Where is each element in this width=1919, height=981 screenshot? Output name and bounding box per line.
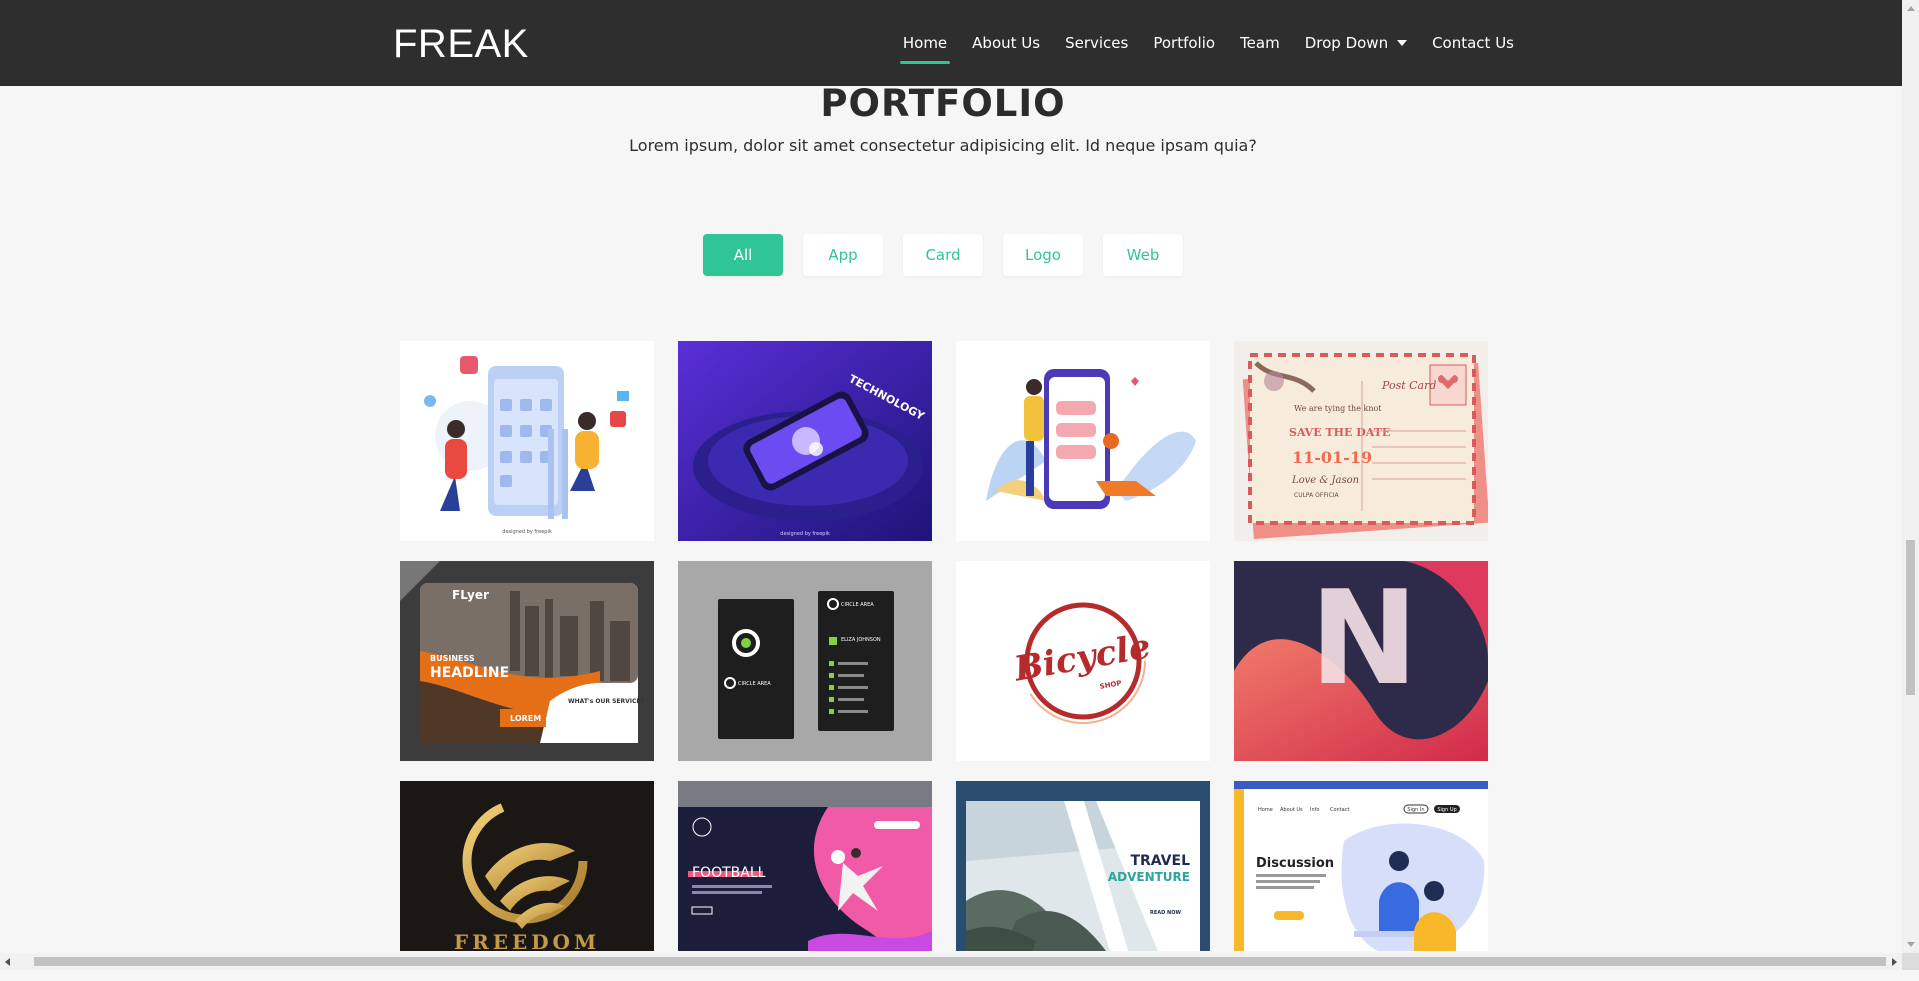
nav-links: Home About Us Services Portfolio Team Dr…	[899, 0, 1514, 86]
nav-item-services[interactable]: Services	[1065, 0, 1128, 86]
credit-text: designed by freepik	[502, 529, 552, 535]
portfolio-item-postcard[interactable]: We are tying the knot SAVE THE DATE 11-0…	[1234, 341, 1488, 541]
navbar: FREAK Home About Us Services Portfolio T…	[0, 0, 1902, 86]
nav-item-about-us[interactable]: About Us	[972, 0, 1040, 86]
web-nav-home: Home	[1258, 807, 1273, 813]
nav-item-portfolio[interactable]: Portfolio	[1153, 0, 1215, 86]
adventure-text: ADVENTURE	[1108, 870, 1190, 884]
vertical-scroll-thumb[interactable]	[1906, 540, 1915, 695]
scroll-up-icon[interactable]	[1907, 6, 1915, 11]
nav-item-contact-us[interactable]: Contact Us	[1432, 0, 1514, 86]
filter-all-button[interactable]: All	[703, 234, 783, 276]
flyer-lorem: LOREM	[510, 714, 541, 723]
portfolio-item-travel-web[interactable]: TRAVEL ADVENTURE READ NOW	[956, 781, 1210, 951]
flyer-headline: HEADLINE	[430, 665, 509, 681]
social-app-illustration: designed by freepik	[400, 341, 654, 541]
circle-area-card-illustration: CIRCLE AREA CIRCLE AREA ELIZA JOHNSON	[678, 561, 932, 761]
portfolio-item-circle-area-card[interactable]: CIRCLE AREA CIRCLE AREA ELIZA JOHNSON	[678, 561, 932, 761]
portfolio-item-n-logo[interactable]: N	[1234, 561, 1488, 761]
circle-area-text-1: CIRCLE AREA	[738, 681, 771, 687]
portfolio-item-bicycle-logo[interactable]: Bicycle SHOP	[956, 561, 1210, 761]
filter-web-button[interactable]: Web	[1103, 234, 1183, 276]
scroll-left-icon[interactable]	[5, 958, 10, 966]
portfolio-item-technology[interactable]: TECHNOLOGY designed by freepik	[678, 341, 932, 541]
read-now-text: READ NOW	[1150, 910, 1181, 916]
n-logo-illustration: N	[1234, 561, 1488, 761]
filter-app-button[interactable]: App	[803, 234, 883, 276]
nav-item-drop-down[interactable]: Drop Down	[1304, 0, 1408, 86]
brand-logo[interactable]: FREAK	[393, 20, 529, 68]
technology-illustration: TECHNOLOGY designed by freepik	[678, 341, 932, 541]
save-the-date-text: SAVE THE DATE	[1289, 426, 1390, 439]
portfolio-item-chat-app[interactable]	[956, 341, 1210, 541]
web-nav-about: About Us	[1280, 807, 1303, 813]
business-flyer-illustration: FLyer BUSINESS HEADLINE WHAT's OUR SERVI…	[400, 561, 654, 761]
flyer-title: FLyer	[452, 588, 489, 602]
portfolio-subtitle: Lorem ipsum, dolor sit amet consectetur …	[629, 136, 1257, 155]
postcard-illustration: We are tying the knot SAVE THE DATE 11-0…	[1234, 341, 1488, 541]
horizontal-scroll-thumb[interactable]	[34, 957, 1886, 966]
travel-web-illustration: TRAVEL ADVENTURE READ NOW	[956, 781, 1210, 951]
circle-area-text-2: CIRCLE AREA	[841, 602, 874, 608]
eliza-johnson-text: ELIZA JOHNSON	[841, 637, 881, 643]
discussion-text: Discussion	[1256, 856, 1334, 871]
horizontal-scrollbar[interactable]	[0, 953, 1919, 970]
portfolio-item-discussion-web[interactable]: Home About Us Info Contact Sign In Sign …	[1234, 781, 1488, 951]
scrollbar-corner	[1902, 953, 1919, 970]
scroll-down-icon[interactable]	[1907, 942, 1915, 947]
bicycle-logo-illustration: Bicycle SHOP	[956, 561, 1210, 761]
venue-text: CULPA OFFICIA	[1294, 492, 1340, 499]
portfolio-grid: designed by freepik TECHNOLOGY designed …	[400, 341, 1488, 981]
scroll-right-icon[interactable]	[1892, 958, 1897, 966]
web-sign-up: Sign Up	[1437, 807, 1456, 813]
filter-logo-button[interactable]: Logo	[1003, 234, 1083, 276]
chat-app-illustration	[956, 341, 1210, 541]
portfolio-filters: All App Card Logo Web	[703, 234, 1183, 276]
date-text: 11-01-19	[1292, 448, 1372, 467]
football-web-illustration: FOOTBALL	[678, 781, 932, 951]
names-text: Love & Jason	[1291, 475, 1359, 486]
caret-down-icon	[1397, 40, 1408, 46]
freedom-text: FREEDOM	[454, 930, 600, 951]
web-nav-info: Info	[1310, 807, 1319, 813]
flyer-business: BUSINESS	[430, 654, 475, 663]
football-text: FOOTBALL	[692, 865, 766, 881]
travel-text: TRAVEL	[1130, 853, 1190, 869]
portfolio-item-social-app[interactable]: designed by freepik	[400, 341, 654, 541]
vertical-scrollbar[interactable]	[1902, 0, 1919, 953]
freedom-logo-illustration: FREEDOM	[400, 781, 654, 951]
web-sign-in: Sign In	[1407, 807, 1424, 813]
credit-text: designed by freepik	[780, 531, 830, 537]
discussion-web-illustration: Home About Us Info Contact Sign In Sign …	[1234, 781, 1488, 951]
portfolio-title: PORTFOLIO	[820, 82, 1066, 125]
nav-item-team[interactable]: Team	[1240, 0, 1280, 86]
n-letter-text: N	[1310, 562, 1419, 714]
post-card-title: Post Card	[1381, 379, 1436, 392]
portfolio-item-football-web[interactable]: FOOTBALL	[678, 781, 932, 951]
filter-card-button[interactable]: Card	[903, 234, 983, 276]
web-nav-contact: Contact	[1330, 807, 1349, 813]
portfolio-item-freedom-logo[interactable]: FREEDOM	[400, 781, 654, 951]
flyer-service: WHAT's OUR SERVICE?	[568, 698, 645, 705]
portfolio-item-business-flyer[interactable]: FLyer BUSINESS HEADLINE WHAT's OUR SERVI…	[400, 561, 654, 761]
nav-item-home[interactable]: Home	[899, 0, 951, 86]
postcard-line-1: We are tying the knot	[1294, 404, 1382, 413]
nav-item-drop-down-label: Drop Down	[1304, 34, 1389, 52]
